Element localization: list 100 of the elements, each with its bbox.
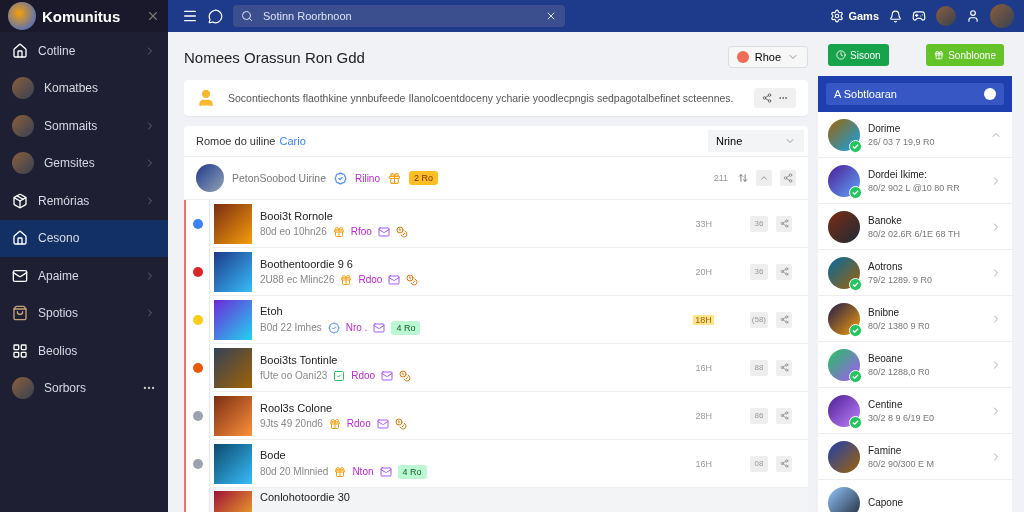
user-detail: 80/2 02.6R 6/1E 68 TH	[868, 228, 961, 239]
share-button[interactable]	[780, 170, 796, 186]
heading-link[interactable]: Cario	[279, 135, 708, 147]
avatar	[828, 256, 860, 289]
row-meta: B0d 22 Imhes	[260, 322, 322, 333]
list-row[interactable]: Booi3ts Tontinle fUte oo Oani23 Rdoo 16H 88	[210, 344, 808, 392]
user-row[interactable]: Banoke 80/2 02.6R 6/1E 68 TH	[818, 204, 1012, 250]
user-name: Beoane	[868, 352, 904, 364]
time-label: 33H	[694, 218, 713, 229]
avatar	[828, 164, 860, 197]
share-button[interactable]	[776, 407, 792, 424]
row-meta: 80d eo 10hn26	[260, 226, 327, 237]
filter-dropdown[interactable]: Rhoe	[727, 46, 808, 68]
chat-icon[interactable]	[208, 8, 223, 24]
sidebar-item[interactable]: Cotline	[0, 32, 168, 70]
gamepad-icon[interactable]	[912, 9, 926, 23]
thumbnail-placeholder	[214, 347, 252, 388]
row-meta: 2U88 ec Mlinc26	[260, 274, 335, 285]
user-detail: 80/2 90/300 E M	[868, 458, 936, 469]
close-icon[interactable]	[146, 9, 160, 23]
sort-dropdown[interactable]: Nrine	[708, 130, 804, 152]
grid-icon	[12, 342, 28, 359]
sidebar-item[interactable]: Gemsites	[0, 144, 168, 182]
user-name: Bnibne	[868, 306, 901, 318]
coins-icon	[394, 417, 407, 430]
sidebar-item[interactable]: Sorbors	[0, 369, 168, 407]
user-detail: 80/2 902 L @10 80 RR	[868, 182, 961, 193]
envelope-icon	[379, 465, 392, 478]
search-input[interactable]: Sotinn Roorbnoon	[261, 9, 537, 23]
avatar	[828, 210, 860, 243]
sidebar-item[interactable]: Komatbes	[0, 69, 168, 107]
avatar	[196, 164, 224, 192]
coins-icon	[399, 369, 412, 382]
user-row[interactable]: Bnibne 80/2 1380 9 R0	[818, 296, 1012, 342]
coins-icon	[406, 273, 419, 286]
list-row[interactable]: Etoh B0d 22 Imhes Nro . 4 Ro 18H (58)	[210, 296, 808, 344]
user-name: Capone	[868, 497, 905, 508]
sidebar-item[interactable]: Beolios	[0, 332, 168, 370]
list-row[interactable]: Rool3s Colone 9Jts 49 20nd6 Rdoo 28H 86	[210, 392, 808, 440]
gift-icon	[334, 465, 347, 478]
row-meta: fUte oo Oani23	[260, 370, 328, 381]
search-field[interactable]: Sotinn Roorbnoon	[233, 5, 565, 27]
avatar	[828, 486, 860, 512]
row-meta: 80d 20 Mlnnied	[260, 466, 329, 477]
user-row[interactable]: Aotrons 79/2 1289. 9 R0	[818, 250, 1012, 296]
avatar[interactable]	[936, 6, 956, 26]
user-detail: 80/2 1380 9 R0	[868, 320, 931, 331]
time-label: 16H	[694, 362, 713, 373]
list-row[interactable]: Booi3t Rornole 80d eo 10hn26 Rfoo 33H 36	[210, 200, 808, 248]
user-icon[interactable]	[966, 9, 980, 23]
bell-icon[interactable]	[889, 9, 902, 23]
users-header-button[interactable]: A Sobtloaran	[826, 83, 1004, 105]
sidebar-item[interactable]: Apaime	[0, 257, 168, 295]
thumbnail-placeholder	[214, 203, 252, 244]
pin-button[interactable]	[756, 170, 772, 186]
sidebar-item[interactable]: Spotios	[0, 294, 168, 332]
sidebar-item[interactable]: Cesono	[0, 219, 168, 257]
user-row[interactable]: Beoane 80/2 1288,0 R0	[818, 342, 1012, 388]
tag-label: Nro .	[345, 322, 368, 333]
list-row[interactable]: Conlohotoordie 30	[210, 488, 808, 512]
share-button[interactable]	[776, 359, 792, 376]
status-badge: 4 Ro	[391, 320, 421, 335]
clear-icon[interactable]	[545, 10, 557, 22]
box-icon	[12, 192, 28, 209]
user-row[interactable]: Capone	[818, 480, 1012, 512]
coins-icon	[395, 225, 408, 238]
count-label: 211	[712, 173, 729, 183]
user-name: Dordei Ikime:	[868, 168, 928, 180]
user-name: Famine	[868, 444, 903, 456]
page-title: Nomees Orassun Ron Gdd	[184, 48, 365, 66]
bag-icon	[12, 305, 28, 322]
verified-icon	[327, 321, 340, 334]
row-title: Etoh	[260, 304, 284, 317]
profile-avatar[interactable]	[990, 4, 1014, 28]
sidebar-item[interactable]: Remórias	[0, 182, 168, 220]
tag-label: Nton	[352, 466, 374, 477]
share-button[interactable]	[776, 215, 792, 232]
games-button[interactable]: Gams	[830, 9, 879, 23]
avatar	[12, 77, 34, 100]
share-icon	[779, 315, 789, 324]
share-button[interactable]	[776, 263, 792, 280]
notice-actions-button[interactable]	[754, 88, 796, 108]
thumbnail-placeholder	[214, 299, 252, 340]
notice-text: Socontiechonts flaothkine ynnbufeede Ilanolcoentdoceny ycharie yoodlecpngis sedpagotalbefinet scteennes.	[228, 90, 735, 106]
user-row[interactable]: Famine 80/2 90/300 E M	[818, 434, 1012, 480]
sidebar-item[interactable]: Sommaits	[0, 107, 168, 145]
share-button[interactable]	[776, 311, 792, 328]
user-row[interactable]: Centine 30/2 8 9 6/19 E0	[818, 388, 1012, 434]
user-row[interactable]: Dordei Ikime: 80/2 902 L @10 80 RR	[818, 158, 1012, 204]
list-row[interactable]: Boothentoordie 9 6 2U88 ec Mlinc26 Rdoo 20H 36	[210, 248, 808, 296]
share-button[interactable]	[776, 455, 792, 472]
share-icon	[783, 173, 793, 183]
pinned-row[interactable]: PetonSoobod Uirine Rilino 2 Ro 211	[184, 157, 808, 200]
menu-icon[interactable]	[182, 8, 198, 24]
verified-icon	[334, 171, 347, 185]
user-row[interactable]: Dorime 26/ 03 7 19,9 R0	[818, 112, 1012, 158]
tag-label: Rdoo	[351, 370, 376, 381]
share-icon	[779, 219, 789, 228]
gift-icon	[328, 417, 341, 430]
gift-icon	[332, 225, 345, 238]
